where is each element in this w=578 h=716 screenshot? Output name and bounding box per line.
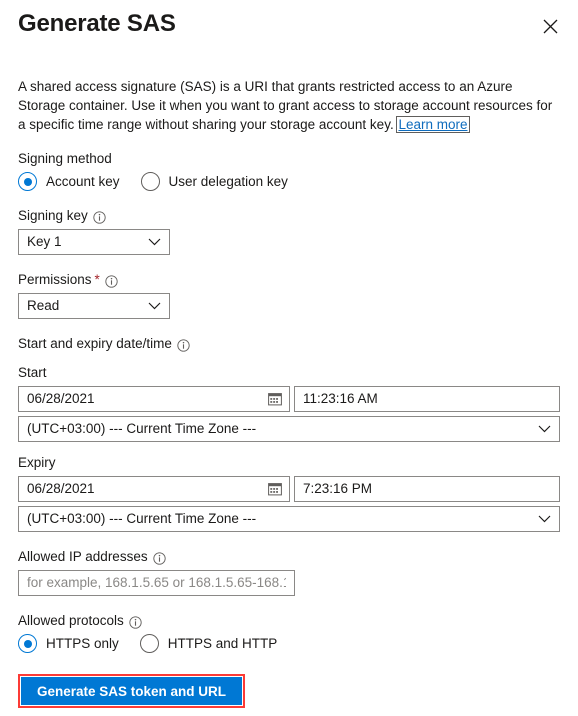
expiry-label: Expiry bbox=[18, 455, 56, 470]
radio-https-and-http[interactable]: HTTPS and HTTP bbox=[139, 634, 278, 653]
permissions-value: Read bbox=[27, 298, 60, 313]
panel-description: A shared access signature (SAS) is a URI… bbox=[18, 77, 558, 134]
signing-method-field: Signing method Account key User delegati… bbox=[18, 151, 560, 191]
permissions-select[interactable]: Read bbox=[18, 293, 170, 319]
radio-mark-icon bbox=[139, 634, 159, 653]
signing-method-label: Signing method bbox=[18, 151, 560, 167]
generate-sas-highlight: Generate SAS token and URL bbox=[18, 674, 246, 708]
start-label: Start bbox=[18, 365, 47, 380]
info-icon[interactable] bbox=[105, 274, 118, 288]
date-time-section-label-text: Start and expiry date/time bbox=[18, 336, 172, 351]
permissions-label: Permissions * bbox=[18, 272, 560, 288]
expiry-datetime-row: 06/28/2021 7:23:16 PM bbox=[18, 476, 560, 502]
allowed-ip-input[interactable]: for example, 168.1.5.65 or 168.1.5.65-16… bbox=[18, 570, 295, 596]
radio-mark-icon bbox=[140, 172, 160, 191]
radio-https-only-label: HTTPS only bbox=[46, 636, 119, 651]
start-time-input[interactable]: 11:23:16 AM bbox=[294, 386, 560, 412]
info-icon[interactable] bbox=[93, 210, 106, 224]
start-timezone-value: (UTC+03:00) --- Current Time Zone --- bbox=[27, 421, 257, 436]
chevron-down-icon bbox=[538, 425, 551, 434]
expiry-timezone-value: (UTC+03:00) --- Current Time Zone --- bbox=[27, 511, 257, 526]
allowed-protocols-field: Allowed protocols HTTPS only HTTPS and H… bbox=[18, 613, 560, 653]
description-text: A shared access signature (SAS) is a URI… bbox=[18, 79, 553, 132]
signing-key-label-text: Signing key bbox=[18, 208, 88, 223]
permissions-field: Permissions * Read bbox=[18, 272, 560, 319]
signing-method-label-text: Signing method bbox=[18, 151, 112, 166]
calendar-icon[interactable] bbox=[268, 392, 282, 406]
info-icon[interactable] bbox=[177, 338, 190, 352]
panel-header: Generate SAS bbox=[18, 0, 560, 58]
expiry-time-input[interactable]: 7:23:16 PM bbox=[294, 476, 560, 502]
radio-https-only[interactable]: HTTPS only bbox=[18, 634, 119, 653]
allowed-ip-label-text: Allowed IP addresses bbox=[18, 549, 148, 564]
start-timezone-select[interactable]: (UTC+03:00) --- Current Time Zone --- bbox=[18, 416, 560, 442]
signing-key-field: Signing key Key 1 bbox=[18, 208, 560, 255]
info-icon[interactable] bbox=[152, 551, 166, 565]
required-marker: * bbox=[94, 272, 100, 287]
allowed-ip-label: Allowed IP addresses bbox=[18, 549, 560, 565]
allowed-protocols-label: Allowed protocols bbox=[18, 613, 560, 629]
start-date-input[interactable]: 06/28/2021 bbox=[18, 386, 290, 412]
permissions-label-text: Permissions bbox=[18, 272, 92, 287]
radio-account-key[interactable]: Account key bbox=[18, 172, 120, 191]
radio-mark-icon bbox=[18, 634, 37, 653]
radio-https-and-http-label: HTTPS and HTTP bbox=[167, 636, 278, 651]
allowed-ip-field: Allowed IP addresses for example, 168.1.… bbox=[18, 549, 560, 596]
generate-sas-token-and-url-button[interactable]: Generate SAS token and URL bbox=[21, 677, 243, 705]
close-button[interactable] bbox=[536, 12, 564, 40]
expiry-date-value: 06/28/2021 bbox=[27, 481, 95, 496]
learn-more-link[interactable]: Learn more bbox=[396, 116, 470, 133]
signing-key-select[interactable]: Key 1 bbox=[18, 229, 170, 255]
signing-method-radio-group: Account key User delegation key bbox=[18, 172, 560, 191]
info-icon[interactable] bbox=[129, 615, 142, 629]
radio-user-delegation-key[interactable]: User delegation key bbox=[140, 172, 288, 191]
chevron-down-icon bbox=[148, 238, 161, 247]
start-datetime-row: 06/28/2021 11:23:16 AM bbox=[18, 386, 560, 412]
signing-key-value: Key 1 bbox=[27, 234, 62, 249]
radio-account-key-label: Account key bbox=[46, 174, 120, 189]
signing-key-label: Signing key bbox=[18, 208, 560, 224]
calendar-icon[interactable] bbox=[268, 482, 282, 496]
expiry-timezone-select[interactable]: (UTC+03:00) --- Current Time Zone --- bbox=[18, 506, 560, 532]
allowed-protocols-label-text: Allowed protocols bbox=[18, 613, 124, 628]
generate-sas-panel: Generate SAS A shared access signature (… bbox=[0, 0, 578, 716]
radio-user-delegation-key-label: User delegation key bbox=[168, 174, 288, 189]
page-title: Generate SAS bbox=[18, 10, 176, 37]
expiry-date-input[interactable]: 06/28/2021 bbox=[18, 476, 290, 502]
close-icon bbox=[543, 19, 558, 34]
start-date-value: 06/28/2021 bbox=[27, 391, 95, 406]
date-time-section: Start and expiry date/time Start 06/28/2… bbox=[18, 336, 560, 532]
allowed-protocols-radio-group: HTTPS only HTTPS and HTTP bbox=[18, 634, 560, 653]
chevron-down-icon bbox=[148, 302, 161, 311]
radio-mark-icon bbox=[18, 172, 37, 191]
expiry-time-value: 7:23:16 PM bbox=[303, 481, 373, 496]
start-time-value: 11:23:16 AM bbox=[303, 391, 378, 406]
date-time-section-label: Start and expiry date/time bbox=[18, 336, 560, 352]
allowed-ip-placeholder: for example, 168.1.5.65 or 168.1.5.65-16… bbox=[27, 575, 286, 590]
chevron-down-icon bbox=[538, 515, 551, 524]
